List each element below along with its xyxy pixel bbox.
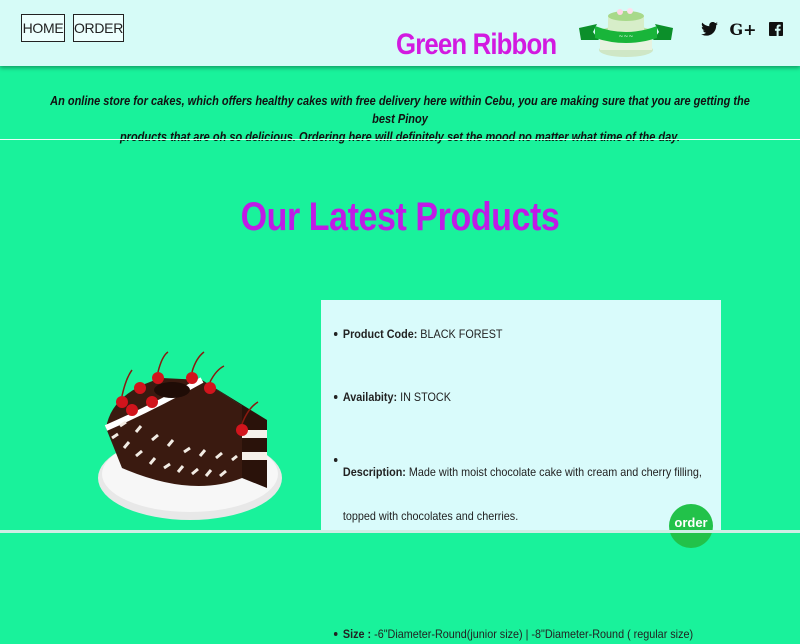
availability-label: Availabity: xyxy=(342,390,398,404)
home-button[interactable]: HOME xyxy=(21,14,65,42)
header-bar: HOME ORDER Green Ribbon ~~~ G+ xyxy=(0,0,800,66)
section-title: Our Latest Products xyxy=(240,195,560,239)
twitter-icon[interactable] xyxy=(699,18,719,40)
description-label: Description: xyxy=(342,465,406,479)
tagline: An online store for cakes, which offers … xyxy=(48,92,752,146)
size-item: Size : -6"Diameter-Round(junior size) | … xyxy=(333,624,730,644)
google-plus-icon[interactable]: G+ xyxy=(729,18,757,40)
size-label: Size : xyxy=(342,627,372,641)
product-code-item: Product Code: BLACK FOREST xyxy=(333,324,730,344)
availability-value: IN STOCK xyxy=(397,390,451,404)
order-nav-button[interactable]: ORDER xyxy=(73,14,124,42)
facebook-icon[interactable] xyxy=(766,18,786,40)
tagline-line-1: An online store for cakes, which offers … xyxy=(50,94,750,126)
tagline-line-2: products that are oh so delicious. Order… xyxy=(119,130,681,144)
google-plus-text: G+ xyxy=(729,19,757,39)
svg-text:~~~: ~~~ xyxy=(618,33,633,40)
divider xyxy=(0,139,800,140)
black-forest-cake-image xyxy=(98,351,282,520)
brand-title: Green Ribbon xyxy=(396,28,557,61)
size-value: -6"Diameter-Round(junior size) | -8"Diam… xyxy=(371,627,694,641)
product-code-value: BLACK FOREST xyxy=(417,327,503,341)
product-card: Product Code: BLACK FOREST Availabity: I… xyxy=(321,300,721,641)
availability-item: Availabity: IN STOCK xyxy=(333,387,730,407)
product-details-list: Product Code: BLACK FOREST Availabity: I… xyxy=(333,324,721,641)
order-button[interactable]: order xyxy=(669,504,713,548)
cake-logo-icon: ~~~ xyxy=(579,8,673,57)
product-code-label: Product Code: xyxy=(342,327,418,341)
